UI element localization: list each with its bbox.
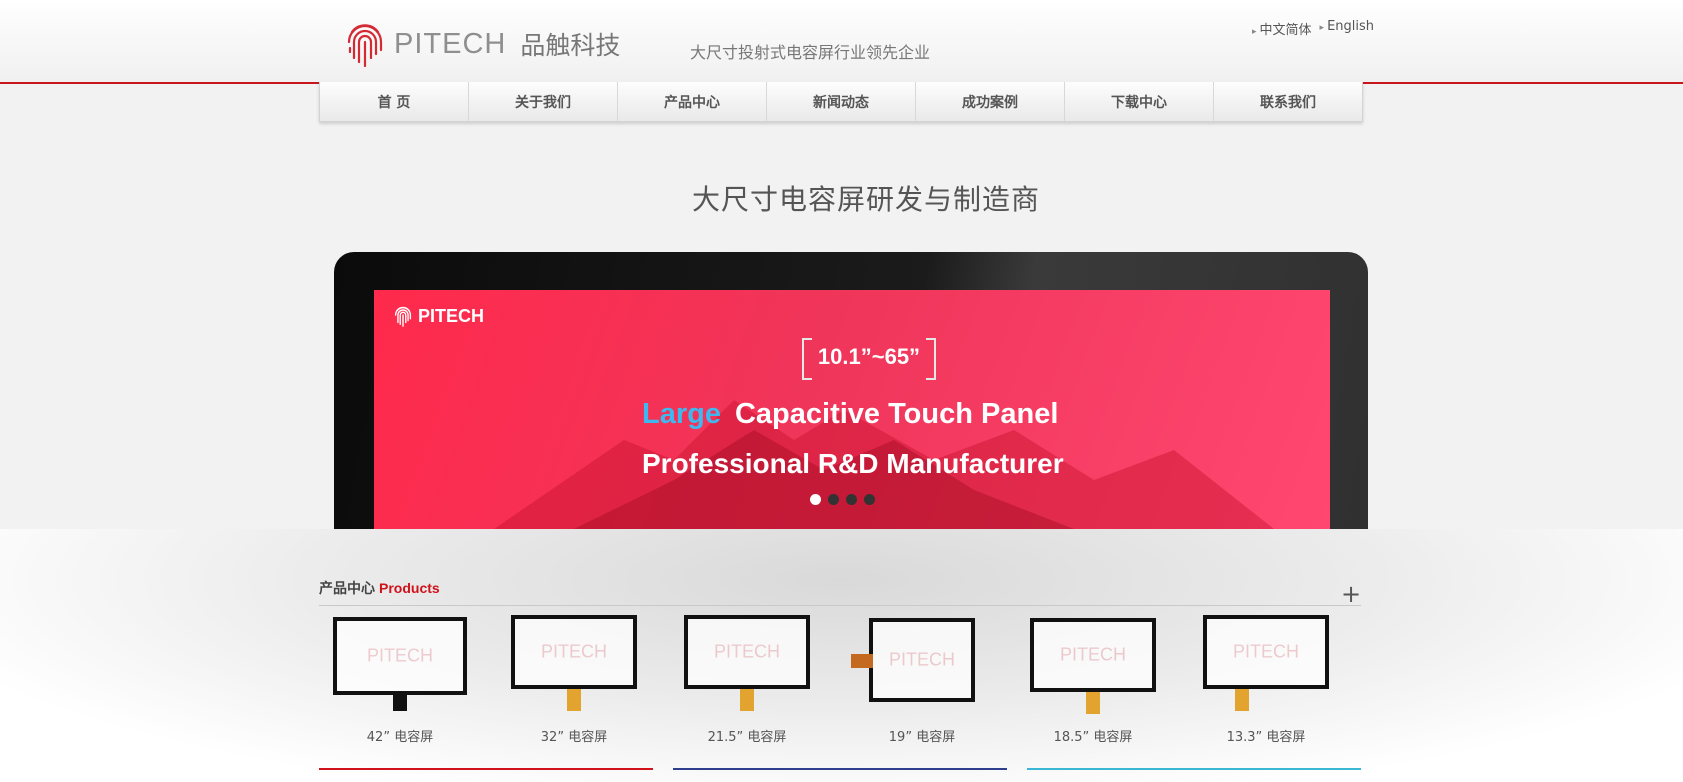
hero-banner[interactable]: PITECH 10.1”~65” Large Capacitive Touch P… (334, 252, 1368, 529)
site-logo[interactable]: PITECH 品触科技 (346, 18, 620, 70)
connector-tail (740, 689, 754, 711)
connector-tail (393, 695, 407, 711)
size-range-text: 10.1”~65” (817, 344, 921, 369)
product-watermark: PITECH (888, 649, 955, 670)
product-card[interactable]: PITECH 21.5” 电容屏 (672, 613, 822, 745)
nav-item-home[interactable]: 首 页 (320, 82, 469, 121)
slide-indicators (810, 494, 875, 505)
product-watermark: PITECH (366, 645, 433, 666)
slide-dot-3[interactable] (846, 494, 857, 505)
nav-item-cases[interactable]: 成功案例 (916, 82, 1065, 121)
fingerprint-icon (394, 306, 412, 327)
product-card[interactable]: PITECH 32” 电容屏 (499, 613, 649, 745)
logo-text-en: PITECH (394, 27, 507, 60)
arrow-right-icon: ▸ (1319, 23, 1325, 33)
section-divider (319, 605, 1361, 606)
product-name: 42” 电容屏 (366, 730, 434, 745)
product-card[interactable]: PITECH 13.3” 电容屏 (1191, 613, 1341, 745)
size-range-bracket: 10.1”~65” (802, 338, 936, 380)
slide-dot-1[interactable] (810, 494, 821, 505)
site-header: PITECH 品触科技 大尺寸投射式电容屏行业领先企业 ▸ 中文简体 ▸ Engli… (0, 0, 1683, 84)
product-image: PITECH (511, 615, 637, 711)
slide-dot-2[interactable] (828, 494, 839, 505)
banner-subheadline: Professional R&D Manufacturer (642, 448, 1064, 479)
banner-screen: PITECH 10.1”~65” Large Capacitive Touch P… (374, 290, 1330, 529)
products-title-en: Products (379, 580, 440, 596)
hero-title: 大尺寸电容屏研发与制造商 (691, 183, 1040, 216)
main-nav: 首 页 关于我们 产品中心 新闻动态 成功案例 下载中心 联系我们 (319, 82, 1363, 122)
product-card[interactable]: PITECH 18.5” 电容屏 (1018, 613, 1168, 745)
product-watermark: PITECH (1059, 644, 1126, 665)
products-section-background (0, 529, 1683, 782)
product-name: 18.5” 电容屏 (1053, 730, 1133, 745)
nav-item-products[interactable]: 产品中心 (618, 82, 767, 121)
product-image: PITECH (684, 615, 810, 711)
nav-item-news[interactable]: 新闻动态 (767, 82, 916, 121)
product-name: 32” 电容屏 (540, 730, 608, 745)
product-card[interactable]: PITECH 42” 电容屏 (325, 613, 475, 745)
site-slogan: 大尺寸投射式电容屏行业领先企业 (690, 43, 931, 62)
more-products-button[interactable]: + (1341, 582, 1361, 606)
connector-tail (1086, 692, 1100, 714)
logo-text-cn: 品触科技 (520, 31, 621, 60)
connector-tail-side (851, 654, 873, 668)
arrow-right-icon: ▸ (1252, 27, 1257, 37)
language-switcher: ▸ 中文简体 ▸ English (1252, 19, 1374, 38)
nav-item-contact[interactable]: 联系我们 (1214, 82, 1362, 121)
banner-logo: PITECH (394, 304, 484, 328)
lang-english-link[interactable]: ▸ English (1320, 19, 1374, 38)
product-watermark: PITECH (540, 641, 607, 662)
product-name: 21.5” 电容屏 (707, 730, 787, 745)
lang-english-label: English (1327, 19, 1375, 34)
lang-chinese-label: 中文简体 (1259, 23, 1312, 38)
fingerprint-logo-icon (347, 24, 383, 68)
product-image: PITECH (851, 618, 975, 702)
lang-chinese-link[interactable]: ▸ 中文简体 (1252, 19, 1312, 38)
products-title-cn: 产品中心 (319, 581, 375, 597)
connector-tail (1235, 689, 1250, 711)
section-bar-cyan (1027, 768, 1361, 770)
product-image: PITECH (333, 617, 467, 711)
section-bar-blue (673, 768, 1007, 770)
products-section-title: 产品中心 Products (319, 578, 440, 598)
banner-headline-rest: Capacitive Touch Panel (734, 398, 1059, 430)
slide-dot-4[interactable] (864, 494, 875, 505)
product-card[interactable]: PITECH 19” 电容屏 (847, 613, 997, 745)
product-image: PITECH (1030, 618, 1156, 714)
product-watermark: PITECH (713, 641, 780, 662)
banner-headline: Large Capacitive Touch Panel (642, 398, 1058, 431)
connector-tail (567, 689, 581, 711)
banner-logo-text: PITECH (418, 305, 485, 326)
product-name: 13.3” 电容屏 (1226, 730, 1306, 745)
nav-item-downloads[interactable]: 下载中心 (1065, 82, 1214, 121)
product-watermark: PITECH (1232, 641, 1299, 662)
nav-item-about[interactable]: 关于我们 (469, 82, 618, 121)
product-image: PITECH (1203, 615, 1329, 711)
banner-highlight-word: Large (642, 398, 721, 430)
product-name: 19” 电容屏 (888, 730, 956, 745)
section-bar-red (319, 768, 653, 770)
